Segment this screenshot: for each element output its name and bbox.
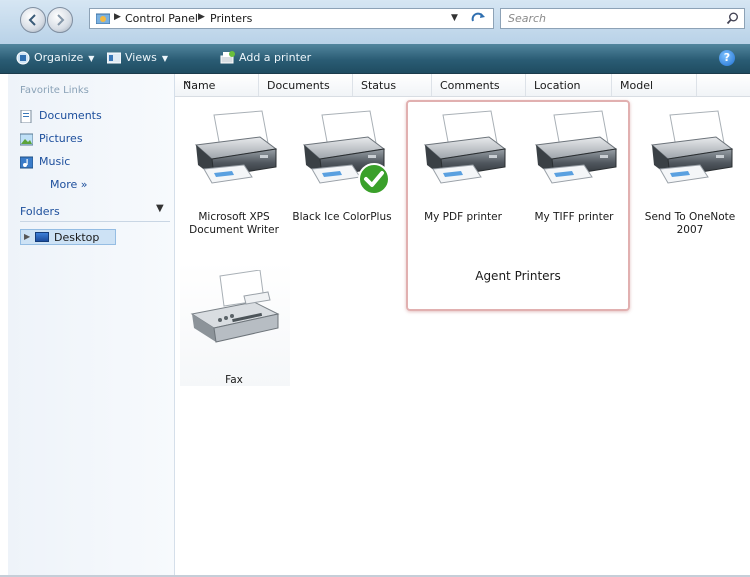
printer-label: Send To OneNote 2007 [636,211,744,237]
chevron-down-icon[interactable]: ▼ [156,203,164,214]
column-label: Model [620,79,654,92]
printer-icon [651,110,733,184]
music-icon [20,156,33,168]
address-bar-area: ▶ Control Panel ▶ Printers ▼ Search [0,0,750,44]
tree-item-desktop[interactable]: ▶ Desktop [20,229,116,245]
forward-arrow-icon [57,14,65,26]
column-header-documents[interactable]: Documents [259,74,353,96]
expand-arrow-icon[interactable]: ▶ [24,232,30,241]
help-icon[interactable]: ? [719,50,735,66]
column-label: Name [183,79,216,92]
column-header-status[interactable]: Status [353,74,432,96]
column-header-model[interactable]: Model [612,74,697,96]
printer-label: Fax [180,374,288,387]
nav-link-documents[interactable]: Documents [20,109,102,123]
address-dropdown-icon[interactable]: ▼ [451,13,458,23]
divider [20,221,170,222]
printer-label-line1: Black Ice ColorPlus [292,211,392,223]
search-input[interactable]: Search [500,8,745,29]
printer-item-black-ice[interactable]: Black Ice ColorPlus [288,107,396,224]
back-arrow-icon [28,14,36,26]
breadcrumb-arrow-icon: ▶ [114,12,121,22]
nav-link-label: Pictures [39,132,83,145]
folders-header[interactable]: Folders [20,205,60,218]
forward-button[interactable] [47,7,73,33]
add-printer-icon [220,51,235,64]
nav-link-pictures[interactable]: Pictures [20,132,83,146]
printer-item-fax[interactable]: Fax [180,269,288,387]
column-header-location[interactable]: Location [526,74,612,96]
printer-label-line1: Send To OneNote [644,211,736,223]
column-label: Documents [267,79,330,92]
search-placeholder: Search [508,12,547,25]
column-label: Comments [440,79,500,92]
views-button[interactable]: Views ▼ [107,51,168,64]
favorite-links-header: Favorite Links [20,85,89,96]
organize-button[interactable]: Organize ▼ [16,51,94,65]
breadcrumb-printers[interactable]: Printers [210,12,252,25]
more-link[interactable]: More » [50,178,88,191]
organize-icon [16,51,30,65]
column-header-row: ⌃ Name Documents Status Comments Locatio… [175,74,750,97]
nav-link-music[interactable]: Music [20,155,70,169]
add-printer-button[interactable]: Add a printer [219,51,311,65]
add-printer-label: Add a printer [239,51,312,64]
views-label: Views [125,51,157,64]
printer-item-send-to-onenote[interactable]: Send To OneNote 2007 [636,107,744,237]
control-panel-icon [96,13,110,24]
back-button[interactable] [20,7,46,33]
column-header-name[interactable]: ⌃ Name [175,74,259,96]
printer-label-line2: 2007 [676,224,704,236]
organize-label: Organize [34,51,84,64]
printer-label: Microsoft XPS Document Writer [180,211,288,237]
nav-link-label: Documents [39,109,102,122]
dropdown-arrow-icon: ▼ [88,54,95,63]
desktop-icon [35,232,49,242]
agent-printers-label: Agent Printers [475,269,561,283]
dropdown-arrow-icon: ▼ [161,54,168,63]
printer-item-microsoft-xps[interactable]: Microsoft XPS Document Writer [180,107,288,237]
search-icon[interactable] [726,12,739,25]
command-bar: Organize ▼ Views ▼ Add a printer ? [0,44,750,74]
nav-link-label: Music [39,155,71,168]
fax-icon [190,269,280,343]
default-check-icon [358,163,390,195]
breadcrumb-control-panel[interactable]: Control Panel [125,12,198,25]
pictures-icon [20,133,33,145]
printer-label: Black Ice ColorPlus [288,211,396,224]
column-label: Status [361,79,397,92]
column-header-comments[interactable]: Comments [432,74,526,96]
views-icon [107,52,121,64]
printer-label-line2: Document Writer [189,224,279,236]
tree-item-label: Desktop [54,231,100,244]
navigation-pane: Favorite Links Documents Pictures Music … [8,74,175,577]
breadcrumb-arrow-icon: ▶ [198,12,205,22]
documents-icon [20,109,32,123]
address-input[interactable]: ▶ Control Panel ▶ Printers ▼ [89,8,494,29]
printer-label-line1: Microsoft XPS [198,211,270,223]
column-label: Location [534,79,581,92]
printer-icon [195,110,277,184]
printer-label-line1: Fax [225,374,243,386]
refresh-icon[interactable] [469,11,489,26]
